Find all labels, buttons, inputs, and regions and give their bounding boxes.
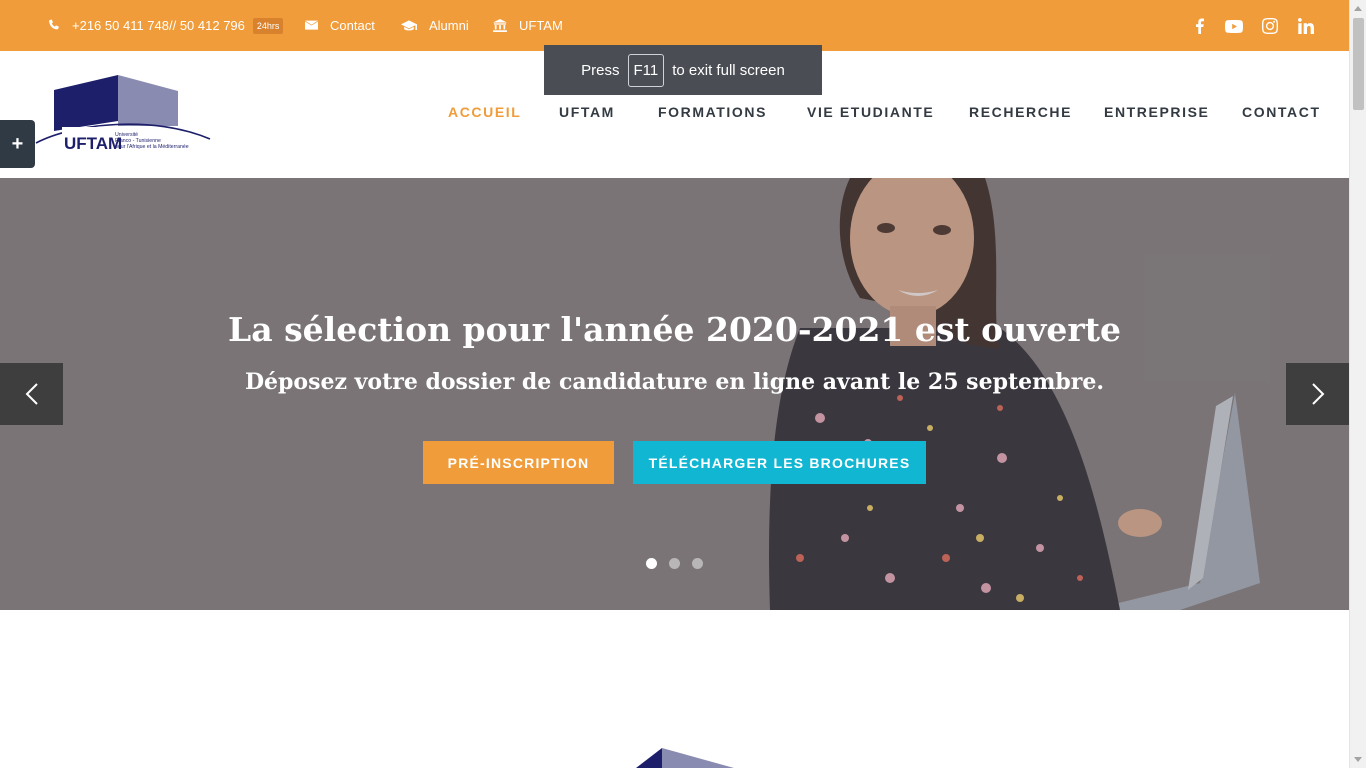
contact-link[interactable]: Contact (305, 0, 375, 51)
chevron-right-icon (1311, 383, 1324, 405)
page: +216 50 411 748// 50 412 796 24hrs Conta… (0, 0, 1366, 768)
alumni-link[interactable]: Alumni (401, 0, 469, 51)
section-logo (636, 746, 736, 768)
logo-name: UFTAM (64, 134, 122, 153)
instagram-icon (1262, 18, 1278, 34)
nav-accueil[interactable]: ACCUEIL (448, 104, 521, 120)
page-scrollbar[interactable] (1349, 0, 1366, 768)
nav-recherche[interactable]: RECHERCHE (969, 104, 1072, 120)
scroll-down-arrow[interactable] (1354, 757, 1362, 762)
slider-next-button[interactable] (1286, 363, 1349, 425)
slider-dot-2[interactable] (669, 558, 680, 569)
hero-slider: La sélection pour l'année 2020-2021 est … (0, 178, 1349, 610)
youtube-link[interactable] (1224, 16, 1244, 36)
nav-vie-etudiante[interactable]: VIE ETUDIANTE (807, 104, 934, 120)
alumni-label: Alumni (429, 18, 469, 33)
sliding-bar-toggle[interactable]: + (0, 120, 35, 168)
phone-link[interactable]: +216 50 411 748// 50 412 796 24hrs (47, 0, 284, 51)
top-bar: +216 50 411 748// 50 412 796 24hrs Conta… (0, 0, 1349, 51)
scroll-thumb[interactable] (1353, 18, 1364, 110)
youtube-icon (1225, 19, 1243, 33)
fullscreen-press-text: Press (581, 61, 620, 79)
uftam-link[interactable]: UFTAM (493, 0, 563, 51)
phone-icon (49, 19, 59, 30)
fullscreen-notice: Press F11 to exit full screen (544, 45, 822, 95)
hero-title: La sélection pour l'année 2020-2021 est … (228, 310, 1121, 349)
envelope-icon (305, 20, 318, 30)
facebook-link[interactable] (1189, 16, 1209, 36)
download-brochures-button[interactable]: TÉLÉCHARGER LES BROCHURES (633, 441, 926, 484)
institution-icon (493, 19, 507, 32)
hours-badge: 24hrs (252, 17, 284, 34)
hero-subtitle: Déposez votre dossier de candidature en … (244, 369, 1105, 395)
pre-inscription-button[interactable]: PRÉ-INSCRIPTION (423, 441, 614, 484)
uftam-logo[interactable]: UFTAM Université Franco - Tunisienne pou… (34, 73, 214, 153)
chevron-left-icon (25, 383, 38, 405)
facebook-icon (1195, 18, 1204, 34)
slider-prev-button[interactable] (0, 363, 63, 425)
slider-dot-3[interactable] (692, 558, 703, 569)
linkedin-link[interactable] (1296, 16, 1316, 36)
nav-entreprise[interactable]: ENTREPRISE (1104, 104, 1209, 120)
contact-label: Contact (330, 18, 375, 33)
logo-line3: pour l'Afrique et la Méditerranée (115, 144, 189, 150)
nav-uftam[interactable]: UFTAM (559, 104, 615, 120)
f11-key: F11 (627, 53, 665, 87)
phone-number: +216 50 411 748// 50 412 796 (72, 18, 245, 33)
nav-formations[interactable]: FORMATIONS (658, 104, 767, 120)
slider-dot-1[interactable] (646, 558, 657, 569)
scroll-up-arrow[interactable] (1354, 6, 1362, 11)
linkedin-icon (1298, 18, 1314, 34)
fullscreen-rest-text: to exit full screen (672, 61, 785, 79)
uftam-label: UFTAM (519, 18, 563, 33)
instagram-link[interactable] (1260, 16, 1280, 36)
graduation-cap-icon (401, 19, 417, 30)
nav-contact[interactable]: CONTACT (1242, 104, 1321, 120)
